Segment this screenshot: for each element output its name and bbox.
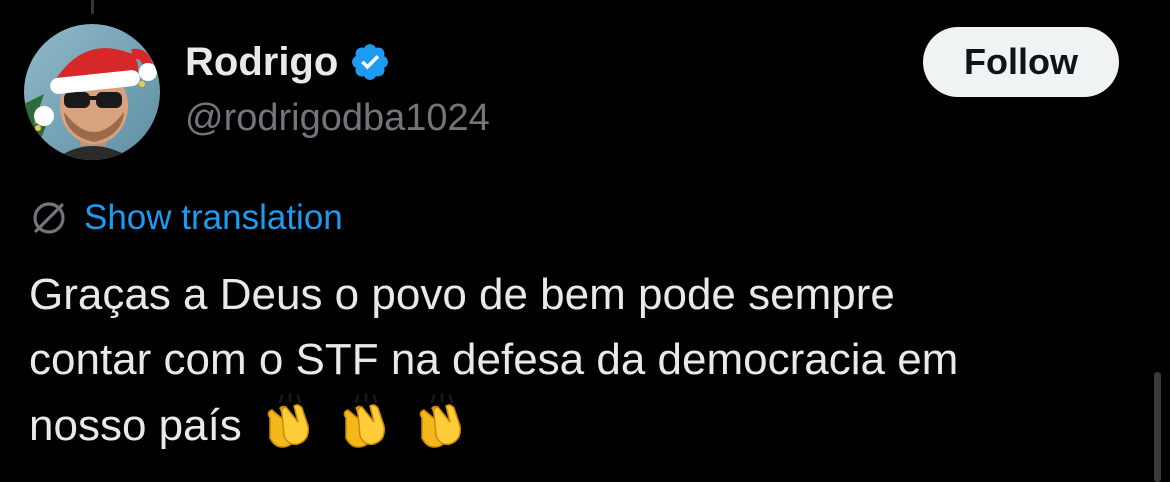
scrollbar-thumb[interactable] <box>1154 372 1161 482</box>
clapping-hands-icon <box>412 392 470 450</box>
follow-button[interactable]: Follow <box>923 27 1119 97</box>
tweet-text: Graças a Deus o povo de bem pode sempre … <box>29 262 1139 458</box>
tweet-text-line: nosso país <box>29 401 242 450</box>
avatar[interactable] <box>24 24 160 160</box>
globe-icon <box>28 197 70 239</box>
tweet-text-line: Graças a Deus o povo de bem pode sempre <box>29 270 895 319</box>
author-display-name[interactable]: Rodrigo <box>185 38 338 86</box>
show-translation-link[interactable]: Show translation <box>84 196 343 240</box>
thread-connector-line <box>91 0 94 14</box>
show-translation-row[interactable]: Show translation <box>28 196 343 240</box>
tweet-text-line: contar com o STF na defesa da democracia… <box>29 335 959 384</box>
clapping-hands-icon <box>260 392 318 450</box>
verified-badge-icon <box>348 40 392 84</box>
author-handle[interactable]: @rodrigodba1024 <box>185 96 490 140</box>
clapping-hands-icon <box>336 392 394 450</box>
author-name-row[interactable]: Rodrigo <box>185 38 392 86</box>
